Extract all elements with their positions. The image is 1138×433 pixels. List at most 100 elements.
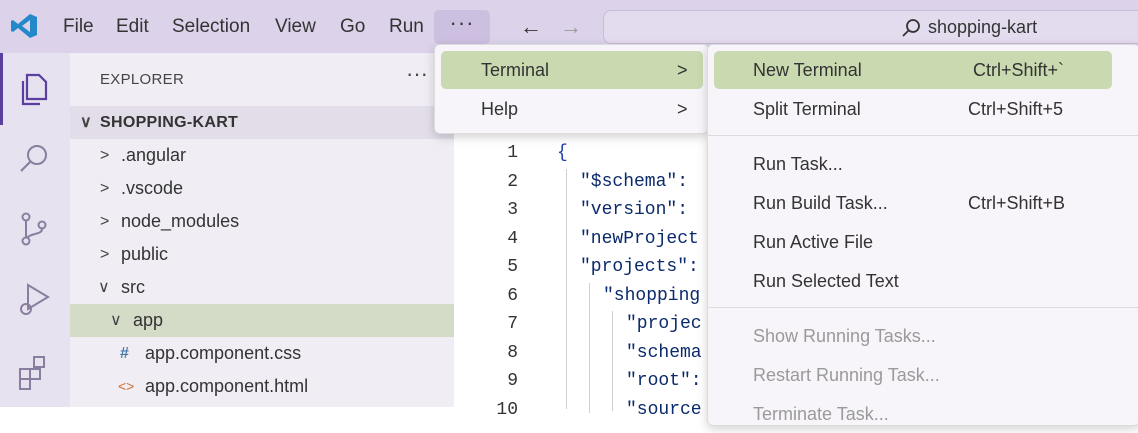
menu-item-label: Restart Running Task... (753, 365, 940, 385)
tree-item-app-component-css[interactable]: # app.component.css (70, 337, 454, 370)
tree-item-app-component-html[interactable]: <> app.component.html (70, 370, 454, 403)
tree-item-vscode[interactable]: > .vscode (70, 172, 454, 205)
indent-guide (566, 169, 567, 409)
menu-go[interactable]: Go (340, 0, 365, 53)
explorer-files-icon[interactable] (14, 69, 54, 109)
tree-item-angular[interactable]: > .angular (70, 139, 454, 172)
back-arrow-icon[interactable]: ← (520, 14, 542, 40)
code-line: "shopping (603, 286, 701, 306)
tree-item-label: .angular (121, 145, 187, 165)
chevron-right-icon: > (100, 246, 110, 263)
tree-item-node-modules[interactable]: > node_modules (70, 205, 454, 238)
line-number: 8 (507, 343, 518, 363)
code-line: "newProject (580, 229, 699, 249)
tree-item-label: src (121, 277, 145, 297)
vscode-logo-icon (11, 14, 37, 38)
menu-item-run-selected-text[interactable]: Run Selected Text (714, 262, 1112, 300)
chevron-down-icon: ∨ (98, 279, 110, 296)
chevron-right-icon: > (100, 213, 110, 230)
menu-item-label: Terminate Task... (753, 404, 889, 424)
line-number: 1 (507, 143, 518, 163)
search-icon (902, 19, 920, 37)
menu-separator (708, 135, 1138, 136)
menu-item-label: Split Terminal (753, 99, 861, 119)
activity-bar (0, 53, 70, 407)
menu-item-label: Terminal (481, 60, 550, 80)
active-indicator (0, 53, 3, 125)
line-number: 9 (507, 371, 518, 391)
source-control-icon[interactable] (14, 209, 54, 249)
menu-item-shortcut: Ctrl+Shift+B (968, 193, 1066, 213)
search-icon[interactable] (14, 139, 54, 179)
menu-item-label: New Terminal (753, 60, 862, 80)
menu-item-run-task[interactable]: Run Task... (714, 145, 1112, 183)
menu-item-label: Run Build Task... (753, 193, 888, 213)
tree-item-app[interactable]: ∨ app (70, 304, 454, 337)
terminal-submenu: New Terminal Ctrl+Shift+` Split Terminal… (707, 44, 1138, 426)
menu-view[interactable]: View (275, 0, 316, 53)
explorer-title: EXPLORER (100, 71, 185, 88)
menu-item-label: Help (481, 99, 519, 119)
code-line: "version": (580, 200, 689, 220)
line-number: 10 (496, 400, 518, 420)
menu-item-new-terminal[interactable]: New Terminal Ctrl+Shift+` (714, 51, 1112, 89)
line-number: 2 (507, 172, 518, 192)
menu-item-terminate-task[interactable]: Terminate Task... (714, 395, 1112, 433)
code-line: { (557, 143, 568, 163)
indent-guide (589, 283, 590, 413)
code-line: "projec (626, 314, 702, 334)
line-number: 6 (507, 286, 518, 306)
menu-item-run-active-file[interactable]: Run Active File (714, 223, 1112, 261)
code-line: "root": (626, 371, 702, 391)
menu-item-help[interactable]: Help > (441, 90, 703, 128)
forward-arrow-icon[interactable]: → (560, 14, 582, 40)
chevron-right-icon: > (677, 99, 688, 119)
explorer-sidebar: EXPLORER ··· ∨ SHOPPING-KART > .angular … (70, 53, 454, 407)
menu-item-label: Run Task... (753, 154, 843, 174)
indent-guide (612, 311, 613, 411)
tree-item-label: public (121, 244, 169, 264)
menu-item-split-terminal[interactable]: Split Terminal Ctrl+Shift+5 (714, 90, 1112, 128)
html-file-icon: <> (118, 378, 135, 394)
chevron-right-icon: > (100, 180, 110, 197)
code-line: "schema (626, 343, 702, 363)
command-center-search[interactable]: shopping-kart (603, 10, 1138, 44)
menu-file[interactable]: File (63, 0, 94, 53)
menu-item-shortcut: Ctrl+Shift+` (973, 60, 1065, 80)
code-line: "source (626, 400, 702, 420)
menu-item-label: Run Selected Text (753, 271, 899, 291)
menu-item-run-build-task[interactable]: Run Build Task... Ctrl+Shift+B (714, 184, 1112, 222)
chevron-right-icon: > (100, 147, 110, 164)
line-number: 5 (507, 257, 518, 277)
chevron-down-icon: ∨ (80, 114, 93, 131)
workspace-root-label: SHOPPING-KART (100, 114, 239, 131)
tree-item-label: app.component.html (145, 376, 309, 396)
tree-item-src[interactable]: ∨ src (70, 271, 454, 304)
menu-item-show-running-tasks[interactable]: Show Running Tasks... (714, 317, 1112, 355)
more-dropdown-menu: Terminal > Help > (434, 44, 709, 134)
tree-item-label: .vscode (121, 178, 184, 198)
tree-item-public[interactable]: > public (70, 238, 454, 271)
menu-edit[interactable]: Edit (116, 0, 149, 53)
menu-item-terminal[interactable]: Terminal > (441, 51, 703, 89)
tree-item-label: app.component.css (145, 343, 302, 363)
menu-selection[interactable]: Selection (172, 0, 250, 53)
menu-separator (708, 307, 1138, 308)
line-number: 4 (507, 229, 518, 249)
run-debug-icon[interactable] (14, 279, 54, 319)
chevron-right-icon: > (677, 60, 688, 80)
line-number: 3 (507, 200, 518, 220)
code-line: "$schema": (580, 172, 689, 192)
menu-item-label: Show Running Tasks... (753, 326, 936, 346)
line-number: 7 (507, 314, 518, 334)
menu-item-shortcut: Ctrl+Shift+5 (968, 99, 1064, 119)
code-line: "projects": (580, 257, 699, 277)
css-file-icon: # (120, 345, 129, 362)
explorer-more-button[interactable]: ··· (406, 61, 428, 87)
workspace-root[interactable]: ∨ SHOPPING-KART (70, 106, 454, 139)
search-text: shopping-kart (928, 17, 1038, 37)
menu-run[interactable]: Run (389, 0, 424, 53)
menu-item-restart-running-task[interactable]: Restart Running Task... (714, 356, 1112, 394)
more-menu-button[interactable]: ··· (434, 10, 490, 44)
extensions-icon[interactable] (14, 353, 54, 393)
